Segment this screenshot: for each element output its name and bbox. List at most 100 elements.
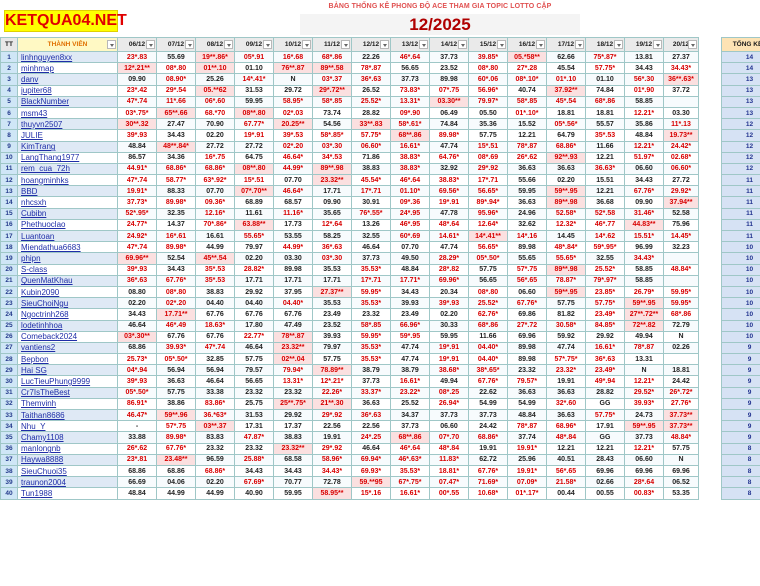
result-cell[interactable]: 68.86 [117,464,157,478]
filter-dropdown-icon[interactable] [536,40,545,49]
result-cell[interactable]: 79.57 [234,364,274,377]
member-name-link[interactable]: KimTrang [17,140,118,153]
result-cell[interactable]: 89.98 [507,353,547,366]
result-cell[interactable]: 88.33 [156,185,196,198]
result-cell[interactable]: 48.84* [663,263,699,276]
result-cell[interactable]: 02.66 [585,476,625,489]
result-cell[interactable]: 62.72 [468,453,508,466]
result-cell[interactable]: 68.89 [234,196,274,209]
result-cell[interactable]: 24.42* [663,140,699,153]
result-cell[interactable]: 16.61* [585,341,625,355]
result-cell[interactable]: 28.82* [234,263,274,276]
result-cell[interactable]: 74.84 [429,118,469,131]
result-cell[interactable]: 46.64 [195,375,235,388]
result-cell[interactable]: 64.79 [546,129,586,142]
result-cell[interactable]: 89**.98 [546,196,586,209]
result-cell[interactable]: 11.16* [273,207,313,220]
result-cell[interactable]: 23.52 [429,62,469,75]
result-cell[interactable]: 40.51 [546,453,586,466]
result-cell[interactable]: 89.98* [156,431,196,444]
result-cell[interactable]: 59.95 [429,330,469,343]
filter-dropdown-icon[interactable] [688,40,697,49]
result-cell[interactable]: 45.54* [351,174,391,187]
result-cell[interactable]: 10.68* [468,487,508,500]
result-cell[interactable]: 29.52* [624,386,664,399]
member-name-link[interactable]: Ngoctrinh268 [17,308,118,321]
result-cell[interactable]: 17.31 [234,420,274,433]
result-cell[interactable]: 46.64* [273,185,313,198]
result-cell[interactable] [663,274,699,287]
result-cell[interactable]: 23*.83 [117,50,157,64]
result-cell[interactable]: 13.81 [624,50,664,64]
result-cell[interactable]: 20.25** [273,118,313,131]
result-cell[interactable]: 38.86 [156,397,196,411]
result-cell[interactable]: 22.56 [351,420,391,433]
result-cell[interactable]: 39*.93 [117,129,157,142]
result-cell[interactable]: 58.25 [312,229,352,243]
result-cell[interactable]: 16.61* [390,487,430,500]
member-name-link[interactable]: S-class [17,263,118,276]
result-cell[interactable]: 37.73 [351,375,391,388]
result-cell[interactable]: 14*.41** [468,229,508,243]
result-cell[interactable]: 89.98 [507,341,547,355]
result-cell[interactable]: 37.73 [468,408,508,422]
filter-dropdown-icon[interactable] [185,40,194,49]
result-cell[interactable]: 08*.69 [468,151,508,164]
member-name-link[interactable]: Chamy1108 [17,431,118,444]
result-cell[interactable]: 57.75 [468,129,508,142]
member-name-link[interactable]: phipn [17,252,118,265]
result-cell[interactable]: 38.83 [351,162,391,176]
result-cell[interactable]: 15.51* [624,229,664,243]
result-cell[interactable]: 03*.30** [117,330,157,343]
result-cell[interactable]: 75.96 [663,218,699,232]
result-cell[interactable]: GG [585,397,625,411]
result-cell[interactable]: 52*.95* [117,207,157,220]
member-name-link[interactable]: Themvinh [17,397,118,411]
result-cell[interactable]: 25.52 [390,397,430,411]
result-cell[interactable]: 38.83 [195,285,235,299]
result-cell[interactable]: 12.21* [624,140,664,153]
result-cell[interactable]: 23.32** [273,341,313,355]
result-cell[interactable]: 19**.86* [195,50,235,64]
result-cell[interactable]: 57.75* [585,62,625,75]
result-cell[interactable]: 15*.51 [234,174,274,187]
result-cell[interactable]: 04.40 [195,297,235,310]
result-cell[interactable]: 19.73** [663,129,699,142]
result-cell[interactable]: 78*.87 [351,62,391,75]
result-cell[interactable]: 17*.71 [351,185,391,198]
date-header-1[interactable]: 07/12 [156,37,196,52]
result-cell[interactable]: 74.84 [585,84,625,97]
result-cell[interactable]: 30.91 [351,196,391,209]
result-cell[interactable]: 05.*58** [507,50,547,64]
result-cell[interactable]: 13.26 [351,218,391,232]
date-header-14[interactable]: 20/12 [663,37,699,52]
result-cell[interactable]: 17.80 [234,319,274,332]
filter-dropdown-icon[interactable] [146,40,155,49]
result-cell[interactable]: 05.**62 [195,84,235,97]
result-cell[interactable]: 37.94** [663,196,699,209]
result-cell[interactable]: 46*.64 [390,442,430,455]
result-cell[interactable]: 89**.98 [546,263,586,276]
result-cell[interactable]: 55.57 [585,118,625,131]
result-cell[interactable]: 57*.75 [507,263,547,276]
result-cell[interactable]: 57.75 [312,353,352,366]
result-cell[interactable]: 35*.53 [585,129,625,142]
result-cell[interactable]: 26*.72* [663,386,699,399]
result-cell[interactable]: 12.64* [468,218,508,232]
result-cell[interactable]: 19*.91 [429,196,469,209]
result-cell[interactable]: 46.64 [117,319,157,332]
result-cell[interactable]: 08*.80 [468,62,508,75]
result-cell[interactable]: 36.63 [507,386,547,399]
result-cell[interactable]: 67*.75* [390,476,430,489]
result-cell[interactable]: 03.30 [663,106,699,120]
result-cell[interactable]: 04.40* [468,353,508,366]
result-cell[interactable]: 32.23 [663,241,699,254]
result-cell[interactable]: 32.85 [195,353,235,366]
result-cell[interactable]: 23.48** [156,453,196,466]
result-cell[interactable]: 59.95* [663,297,699,310]
result-cell[interactable]: 68*.86 [585,95,625,108]
result-cell[interactable]: 39.93* [624,397,664,411]
result-cell[interactable]: 34.43 [624,62,664,75]
result-cell[interactable]: 03.30** [429,95,469,108]
result-cell[interactable]: 59*.95 [390,330,430,343]
